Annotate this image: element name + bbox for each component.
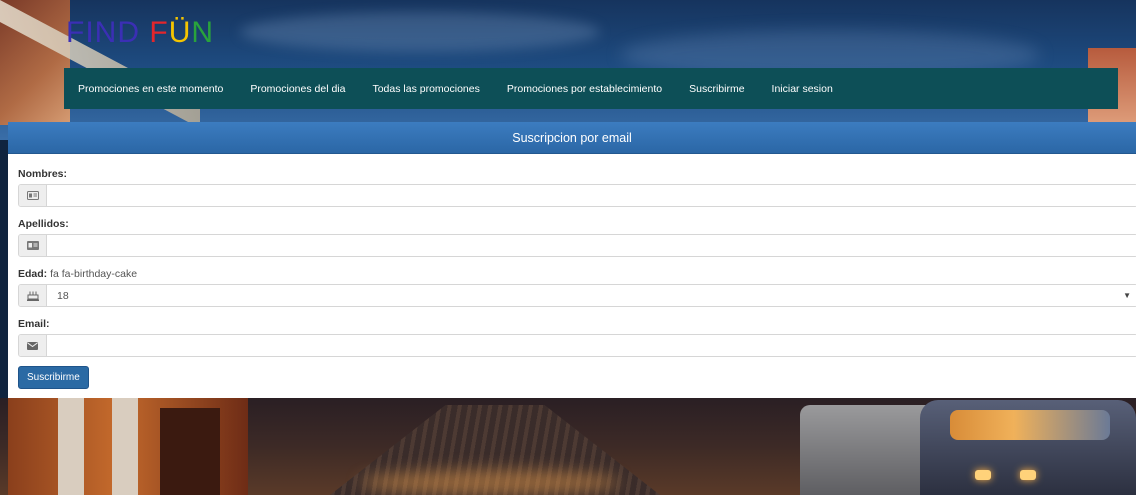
nav-promociones-establecimiento[interactable]: Promociones por establecimiento <box>507 83 662 95</box>
car-headlight <box>975 470 991 480</box>
edad-select[interactable]: 18 ▼ <box>47 285 1136 306</box>
nav-iniciar-sesion[interactable]: Iniciar sesion <box>772 83 833 95</box>
email-input[interactable] <box>47 335 1136 356</box>
edad-input-group: 18 ▼ <box>18 284 1136 307</box>
logo-letter: N <box>191 16 215 49</box>
edad-label: Edad: fa fa-birthday-cake <box>18 266 1126 282</box>
nav-promociones-momento[interactable]: Promociones en este momento <box>78 83 223 95</box>
nombres-label: Nombres: <box>18 168 68 180</box>
nombres-input[interactable] <box>47 185 1136 206</box>
birthday-cake-icon <box>19 285 47 306</box>
nav-todas-promociones[interactable]: Todas las promociones <box>372 83 479 95</box>
cloud <box>240 12 600 52</box>
car-window <box>950 410 1110 440</box>
panel-heading: Suscripcion por email <box>8 122 1136 154</box>
envelope-icon <box>19 335 47 356</box>
street-light-glow <box>360 470 620 495</box>
email-label: Email: <box>18 318 50 330</box>
logo-letter: I <box>85 16 95 49</box>
logo-letter <box>140 18 149 48</box>
apellidos-label: Apellidos: <box>18 218 69 230</box>
nav-promociones-dia[interactable]: Promociones del dia <box>250 83 345 95</box>
logo-letter: F <box>149 16 169 49</box>
logo-letter: Ü <box>168 16 192 49</box>
site-logo[interactable]: FIND FÜN <box>66 18 214 48</box>
edad-label-extra: fa fa-birthday-cake <box>50 268 138 280</box>
subscription-form: Nombres: Apellidos: Edad: fa fa-birthday… <box>8 154 1136 389</box>
suscribirme-button[interactable]: Suscribirme <box>18 366 89 389</box>
pillar <box>112 398 138 495</box>
edad-selected-value: 18 <box>57 289 69 302</box>
email-input-group <box>18 334 1136 357</box>
car-headlight <box>1020 470 1036 480</box>
logo-letter: N <box>94 16 118 49</box>
nav-suscribirme[interactable]: Suscribirme <box>689 83 744 95</box>
id-card-icon <box>19 185 47 206</box>
chevron-down-icon: ▼ <box>1123 291 1131 300</box>
doorway <box>160 408 220 495</box>
edad-label-text: Edad: <box>18 268 48 280</box>
logo-letter: F <box>66 16 86 49</box>
apellidos-input[interactable] <box>47 235 1136 256</box>
nombres-input-group <box>18 184 1136 207</box>
pillar <box>58 398 84 495</box>
apellidos-input-group <box>18 234 1136 257</box>
logo-letter: D <box>117 16 141 49</box>
subscription-panel: Suscripcion por email Nombres: Apellidos… <box>8 122 1136 398</box>
id-card-icon <box>19 235 47 256</box>
main-navbar: Promociones en este momento Promociones … <box>64 68 1118 109</box>
